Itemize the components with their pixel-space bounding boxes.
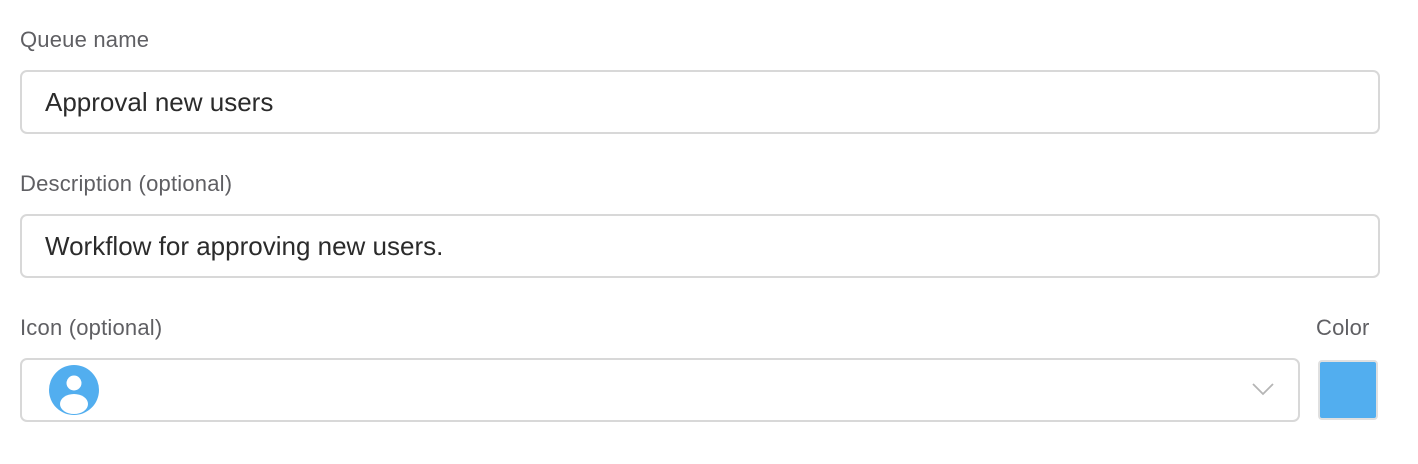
description-label: Description (optional) [20, 171, 233, 196]
color-swatch-button[interactable] [1318, 360, 1378, 420]
description-field[interactable] [20, 214, 1380, 278]
queue-form: Queue name Description (optional) Icon (… [0, 0, 1418, 464]
user-circle-icon [49, 365, 99, 415]
description-input[interactable] [22, 216, 1378, 276]
queue-name-input[interactable] [22, 72, 1378, 132]
chevron-down-icon[interactable] [1250, 378, 1276, 400]
queue-name-label: Queue name [20, 27, 150, 52]
icon-label: Icon (optional) [20, 315, 163, 340]
color-label: Color [1316, 315, 1370, 340]
queue-name-field[interactable] [20, 70, 1380, 134]
icon-select[interactable] [20, 358, 1300, 422]
